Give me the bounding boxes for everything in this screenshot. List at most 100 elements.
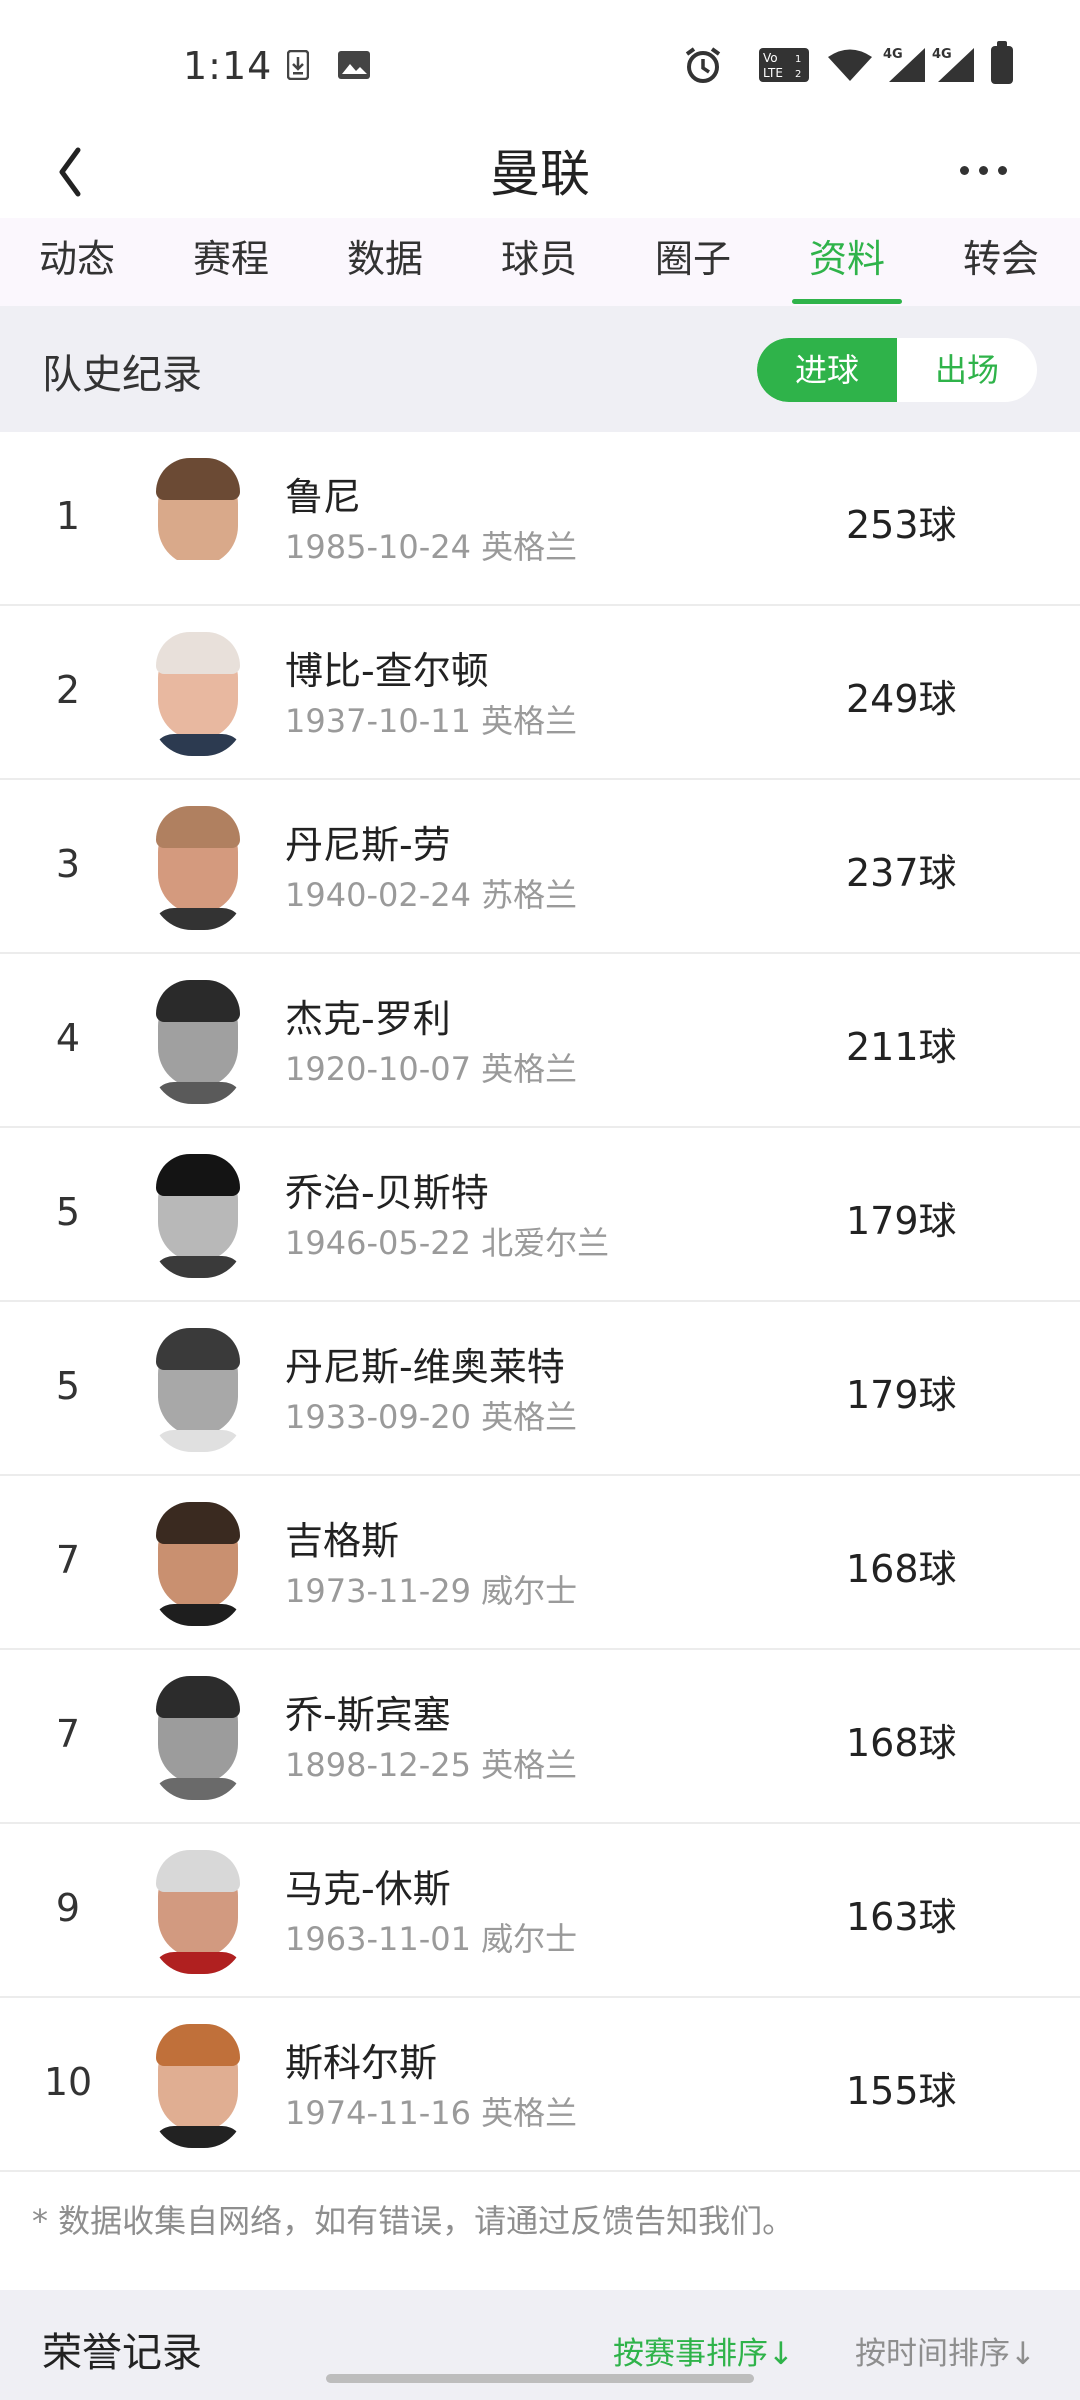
avatar-shirt	[152, 560, 244, 582]
svg-text:2: 2	[795, 69, 801, 80]
rank: 5	[55, 1190, 81, 1234]
status-bar: 1:14 Vo LTE 1 2 4G 4G	[0, 0, 1080, 130]
avatar-shirt	[152, 1952, 244, 1974]
honors-title: 荣誉记录	[42, 2330, 202, 2376]
wifi-icon	[827, 48, 873, 82]
avatar-hair	[156, 2024, 240, 2066]
player-goals: 168球	[846, 1721, 957, 1765]
rank: 9	[55, 1886, 81, 1930]
player-name: 乔治-贝斯特	[285, 1171, 489, 1215]
svg-text:4G: 4G	[932, 47, 952, 62]
rank: 7	[55, 1712, 81, 1756]
rank: 1	[55, 494, 81, 538]
data-note: * 数据收集自网络，如有错误，请通过反馈告知我们。	[32, 2202, 795, 2240]
player-meta: 1946-05-22 北爱尔兰	[285, 1224, 610, 1262]
player-name: 斯科尔斯	[285, 2041, 438, 2085]
avatar-shirt	[152, 2126, 244, 2148]
avatar-shirt	[152, 1778, 244, 1800]
tab-0[interactable]: 动态	[0, 218, 154, 306]
list-item[interactable]: 5 乔治-贝斯特 1946-05-22 北爱尔兰 179球	[0, 1128, 1080, 1302]
player-name: 博比-查尔顿	[285, 649, 489, 693]
svg-text:1: 1	[795, 54, 801, 65]
player-meta: 1973-11-29 威尔士	[285, 1572, 578, 1610]
tab-2[interactable]: 数据	[308, 218, 462, 306]
avatar-shirt	[152, 1430, 244, 1452]
avatar-hair	[156, 806, 240, 848]
volte-icon: Vo LTE 1 2	[758, 48, 810, 82]
player-name: 丹尼斯-维奥莱特	[285, 1345, 565, 1389]
player-goals: 179球	[846, 1199, 957, 1243]
avatar-hair	[156, 1850, 240, 1892]
player-goals: 179球	[846, 1373, 957, 1417]
avatar	[152, 1324, 244, 1452]
player-meta: 1933-09-20 英格兰	[285, 1398, 578, 1436]
stat-toggle: 进球 出场	[757, 338, 1037, 402]
avatar-hair	[156, 1502, 240, 1544]
player-meta: 1920-10-07 英格兰	[285, 1050, 578, 1088]
avatar-hair	[156, 1328, 240, 1370]
player-goals: 237球	[846, 851, 957, 895]
player-name: 马克-休斯	[285, 1867, 451, 1911]
avatar	[152, 1672, 244, 1800]
avatar	[152, 802, 244, 930]
player-meta: 1974-11-16 英格兰	[285, 2094, 578, 2132]
rank: 2	[55, 668, 81, 712]
status-time: 1:14	[183, 44, 273, 88]
list-item[interactable]: 7 乔-斯宾塞 1898-12-25 英格兰 168球	[0, 1650, 1080, 1824]
section-title: 队史纪录	[42, 352, 202, 398]
player-goals: 163球	[846, 1895, 957, 1939]
avatar-hair	[156, 1154, 240, 1196]
player-name: 乔-斯宾塞	[285, 1693, 451, 1737]
tab-5[interactable]: 资料	[770, 218, 924, 306]
toggle-goals[interactable]: 进球	[757, 338, 897, 402]
list-item[interactable]: 4 杰克-罗利 1920-10-07 英格兰 211球	[0, 954, 1080, 1128]
list-item[interactable]: 3 丹尼斯-劳 1940-02-24 苏格兰 237球	[0, 780, 1080, 954]
avatar-hair	[156, 980, 240, 1022]
toggle-appearances[interactable]: 出场	[897, 338, 1037, 402]
list-item[interactable]: 1 鲁尼 1985-10-24 英格兰 253球	[0, 432, 1080, 606]
download-icon	[284, 48, 312, 82]
tab-6[interactable]: 转会	[924, 218, 1078, 306]
player-name: 杰克-罗利	[285, 997, 451, 1041]
rank: 10	[43, 2060, 93, 2104]
alarm-icon	[683, 47, 723, 83]
player-goals: 155球	[846, 2069, 957, 2113]
svg-text:4G: 4G	[883, 47, 903, 62]
avatar-shirt	[152, 1082, 244, 1104]
svg-text:LTE: LTE	[763, 66, 783, 80]
records-header: 队史纪录 进球 出场	[0, 306, 1080, 432]
player-meta: 1963-11-01 威尔士	[285, 1920, 578, 1958]
tab-3[interactable]: 球员	[462, 218, 616, 306]
player-list: 1 鲁尼 1985-10-24 英格兰 253球 2 博比-查尔顿 1937-10-11 英…	[0, 432, 1080, 2172]
honors-header: 荣誉记录 按赛事排序↓ 按时间排序↓	[0, 2290, 1080, 2400]
avatar	[152, 976, 244, 1104]
avatar-hair	[156, 632, 240, 674]
rank: 3	[55, 842, 81, 886]
list-item[interactable]: 9 马克-休斯 1963-11-01 威尔士 163球	[0, 1824, 1080, 1998]
avatar	[152, 628, 244, 756]
list-item[interactable]: 7 吉格斯 1973-11-29 威尔士 168球	[0, 1476, 1080, 1650]
list-item[interactable]: 10 斯科尔斯 1974-11-16 英格兰 155球	[0, 1998, 1080, 2172]
rank: 7	[55, 1538, 81, 1582]
player-meta: 1985-10-24 英格兰	[285, 528, 578, 566]
avatar-shirt	[152, 734, 244, 756]
page-title: 曼联	[490, 145, 590, 203]
home-indicator[interactable]	[326, 2374, 754, 2383]
image-icon	[336, 48, 372, 82]
avatar-shirt	[152, 908, 244, 930]
more-button[interactable]	[948, 140, 1018, 200]
list-item[interactable]: 2 博比-查尔顿 1937-10-11 英格兰 249球	[0, 606, 1080, 780]
list-item[interactable]: 5 丹尼斯-维奥莱特 1933-09-20 英格兰 179球	[0, 1302, 1080, 1476]
tab-1[interactable]: 赛程	[154, 218, 308, 306]
avatar	[152, 1498, 244, 1626]
tab-4[interactable]: 圈子	[616, 218, 770, 306]
player-goals: 211球	[846, 1025, 957, 1069]
player-name: 丹尼斯-劳	[285, 823, 451, 867]
sort-by-time-button[interactable]: 按时间排序↓	[855, 2328, 1036, 2373]
player-name: 吉格斯	[285, 1519, 400, 1563]
rank: 5	[55, 1364, 81, 1408]
player-meta: 1940-02-24 苏格兰	[285, 876, 578, 914]
avatar	[152, 454, 244, 582]
sort-by-event-button[interactable]: 按赛事排序↓	[613, 2328, 794, 2373]
player-goals: 168球	[846, 1547, 957, 1591]
